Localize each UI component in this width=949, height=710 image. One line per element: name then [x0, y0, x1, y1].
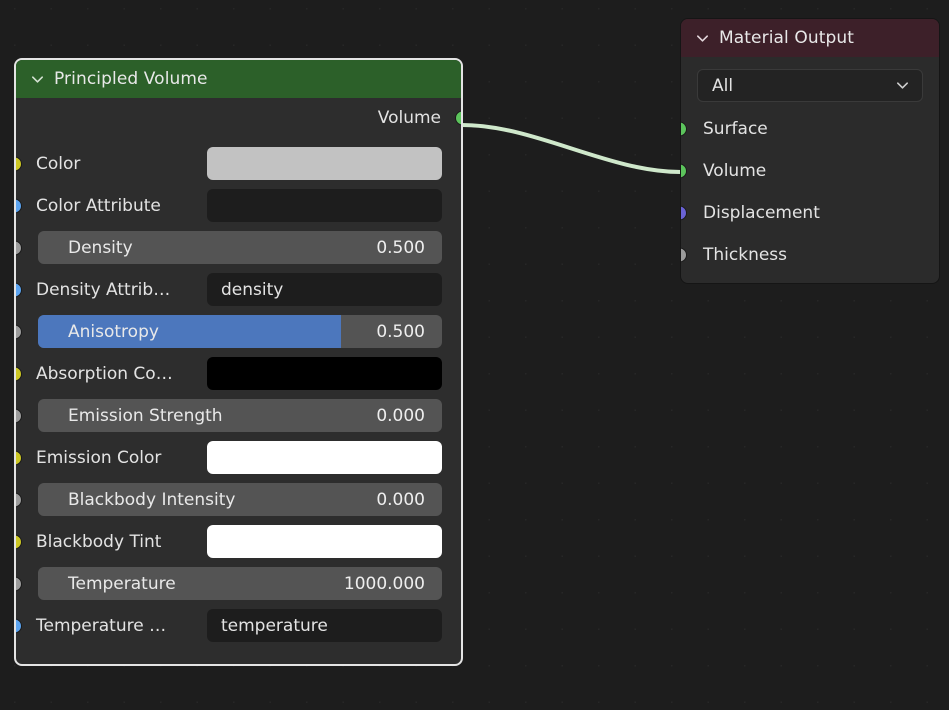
chevron-down-icon[interactable] [895, 78, 910, 93]
node-title: Material Output [719, 28, 854, 48]
property-row-blackbody-intensity[interactable]: Blackbody Intensity 0.000 [16, 482, 461, 517]
node-body-principled-volume: Volume Color Color Attribute Density [16, 98, 461, 660]
property-row-temperature[interactable]: Temperature 1000.000 [16, 566, 461, 601]
chevron-down-icon[interactable] [30, 72, 45, 87]
property-row-color-attribute[interactable]: Color Attribute [16, 188, 461, 223]
text-input-color-attribute[interactable] [207, 189, 442, 222]
node-header-material-output[interactable]: Material Output [681, 19, 939, 57]
input-socket-temperature[interactable] [14, 576, 22, 591]
output-row-volume[interactable]: Volume [16, 98, 461, 138]
input-socket-displacement[interactable] [680, 206, 687, 221]
property-row-blackbody-tint[interactable]: Blackbody Tint [16, 524, 461, 559]
color-swatch-emission-color[interactable] [207, 441, 442, 474]
input-socket-volume[interactable] [680, 164, 687, 179]
number-field-temperature[interactable]: Temperature 1000.000 [38, 567, 442, 600]
input-socket-thickness[interactable] [680, 248, 687, 263]
property-row-emission-strength[interactable]: Emission Strength 0.000 [16, 398, 461, 433]
slider-anisotropy[interactable]: Anisotropy 0.500 [38, 315, 442, 348]
input-label-thickness: Thickness [703, 245, 787, 265]
input-label-surface: Surface [703, 119, 768, 139]
output-socket-volume[interactable] [455, 111, 463, 126]
node-title: Principled Volume [54, 69, 208, 89]
output-label-volume: Volume [378, 108, 441, 128]
node-header-principled-volume[interactable]: Principled Volume [16, 60, 461, 98]
property-label-temperature-attribute: Temperature … [16, 616, 166, 636]
slider-anisotropy-label: Anisotropy [38, 322, 159, 342]
property-row-temperature-attribute[interactable]: Temperature … temperature [16, 608, 461, 643]
text-input-density-attribute[interactable]: density [207, 273, 442, 306]
property-row-emission-color[interactable]: Emission Color [16, 440, 461, 475]
property-label-emission-color: Emission Color [16, 448, 161, 468]
input-row-thickness[interactable]: Thickness [681, 234, 939, 276]
property-label-blackbody-tint: Blackbody Tint [16, 532, 161, 552]
node-editor-canvas[interactable]: Principled Volume Volume Color Color Att… [0, 0, 949, 710]
input-socket-blackbody-intensity[interactable] [14, 492, 22, 507]
color-swatch-color[interactable] [207, 147, 442, 180]
number-field-temperature-label: Temperature [38, 574, 176, 594]
color-swatch-blackbody-tint[interactable] [207, 525, 442, 558]
input-socket-density[interactable] [14, 240, 22, 255]
property-row-density-attribute[interactable]: Density Attrib… density [16, 272, 461, 307]
target-dropdown[interactable]: All [697, 69, 923, 102]
property-row-absorption-color[interactable]: Absorption Co… [16, 356, 461, 391]
property-row-color[interactable]: Color [16, 146, 461, 181]
property-row-anisotropy[interactable]: Anisotropy 0.500 [16, 314, 461, 349]
node-link-volume-to-volume [462, 125, 681, 172]
input-row-displacement[interactable]: Displacement [681, 192, 939, 234]
chevron-down-icon[interactable] [695, 31, 710, 46]
input-row-surface[interactable]: Surface [681, 108, 939, 150]
number-field-emission-strength-value: 0.000 [376, 406, 425, 426]
input-label-volume: Volume [703, 161, 766, 181]
input-socket-anisotropy[interactable] [14, 324, 22, 339]
input-label-displacement: Displacement [703, 203, 820, 223]
node-body-material-output: All Surface Volume Displacement Thicknes… [681, 69, 939, 284]
number-field-density[interactable]: Density 0.500 [38, 231, 442, 264]
node-principled-volume[interactable]: Principled Volume Volume Color Color Att… [14, 58, 463, 666]
number-field-blackbody-intensity-value: 0.000 [376, 490, 425, 510]
node-material-output[interactable]: Material Output All Surface Volume Displ… [680, 18, 940, 284]
property-label-color: Color [16, 154, 80, 174]
slider-anisotropy-value: 0.500 [376, 322, 425, 342]
property-label-color-attribute: Color Attribute [16, 196, 161, 216]
target-dropdown-value: All [712, 76, 733, 96]
text-input-temperature-attribute[interactable]: temperature [207, 609, 442, 642]
number-field-density-value: 0.500 [376, 238, 425, 258]
color-swatch-absorption-color[interactable] [207, 357, 442, 390]
property-label-absorption-color: Absorption Co… [16, 364, 173, 384]
number-field-blackbody-intensity-label: Blackbody Intensity [38, 490, 235, 510]
number-field-emission-strength[interactable]: Emission Strength 0.000 [38, 399, 442, 432]
input-socket-surface[interactable] [680, 122, 687, 137]
property-row-density[interactable]: Density 0.500 [16, 230, 461, 265]
number-field-emission-strength-label: Emission Strength [38, 406, 223, 426]
property-label-density-attribute: Density Attrib… [16, 280, 170, 300]
input-socket-emission-strength[interactable] [14, 408, 22, 423]
number-field-blackbody-intensity[interactable]: Blackbody Intensity 0.000 [38, 483, 442, 516]
number-field-density-label: Density [38, 238, 133, 258]
input-row-volume[interactable]: Volume [681, 150, 939, 192]
number-field-temperature-value: 1000.000 [344, 574, 425, 594]
